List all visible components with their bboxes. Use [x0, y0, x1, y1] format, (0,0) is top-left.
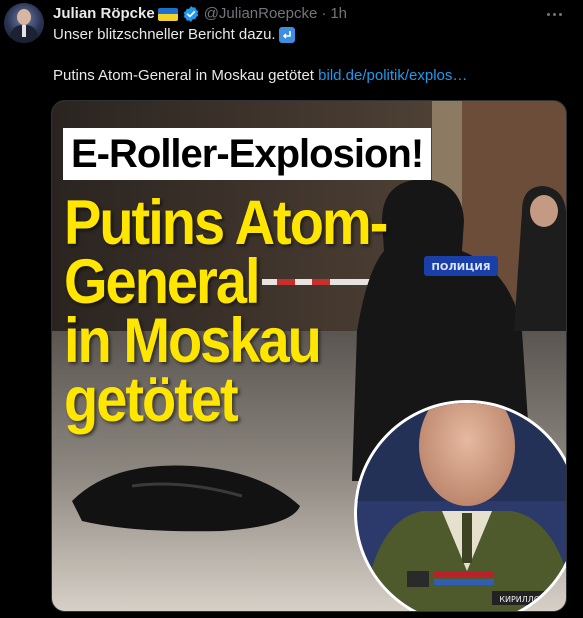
ukraine-flag-icon: [157, 7, 178, 21]
author-handle[interactable]: @JulianRoepcke: [204, 4, 318, 24]
tweet-header: Julian Röpcke @JulianRoepcke · 1h: [53, 4, 347, 24]
title-line: getötet: [64, 363, 239, 435]
avatar-head: [17, 9, 31, 25]
headline-box: E-Roller-Explosion!: [63, 128, 432, 180]
article-link[interactable]: bild.de/politik/explos…: [318, 67, 467, 84]
separator-dot: ·: [321, 5, 327, 22]
more-icon[interactable]: [543, 4, 565, 24]
media-image[interactable]: ПОЛИЦИЯ КИРИЛЛОВ И.А. E-Roller-Explosion…: [51, 100, 567, 612]
big-title: Putins Atom- General in Moskau getötet: [64, 189, 424, 432]
author-name[interactable]: Julian Röpcke: [53, 4, 155, 24]
tweet-link-line: Putins Atom-General in Moskau getötet bi…: [53, 66, 467, 86]
avatar-tie: [22, 25, 26, 37]
police-patch-text: ПОЛИЦИЯ: [432, 262, 491, 273]
tweet-time[interactable]: 1h: [330, 4, 347, 24]
return-arrow-icon: [278, 27, 295, 43]
tweet-text-line: Unser blitzschneller Bericht dazu.: [53, 25, 295, 45]
tweet-text: Unser blitzschneller Bericht dazu.: [53, 26, 276, 43]
verified-badge-icon[interactable]: [182, 5, 200, 23]
tweet-headline-text: Putins Atom-General in Moskau getötet: [53, 67, 314, 84]
tweet: Julian Röpcke @JulianRoepcke · 1h Unser …: [0, 0, 583, 618]
avatar[interactable]: [4, 3, 44, 43]
